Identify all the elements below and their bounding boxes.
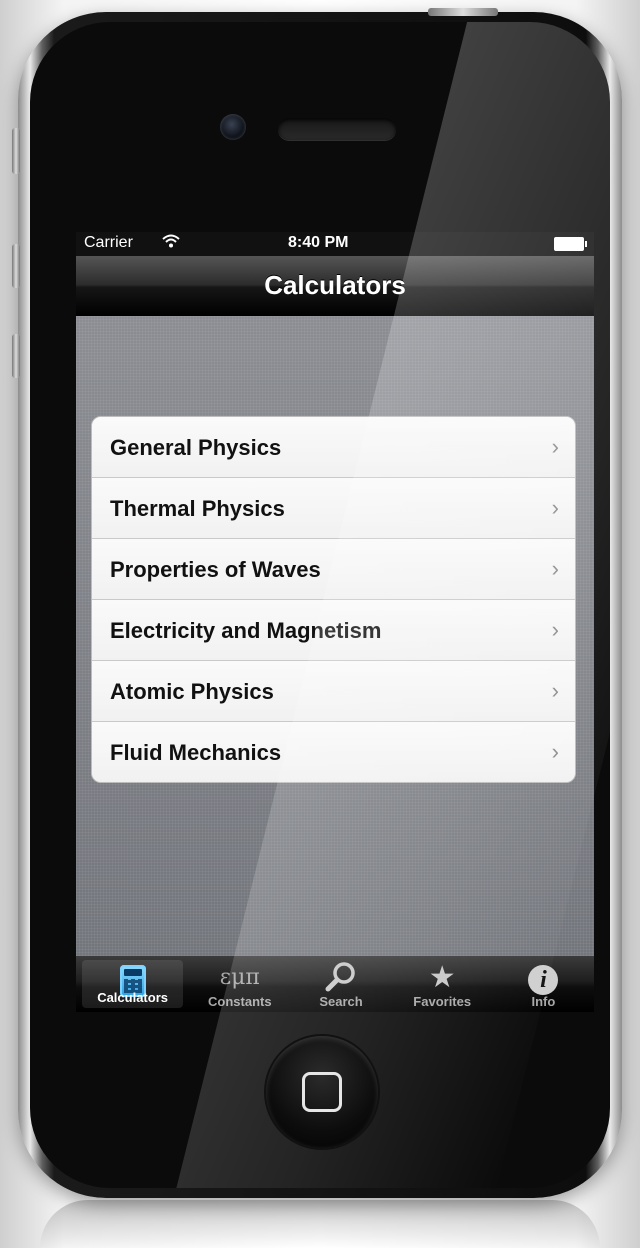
list-item[interactable]: General Physics › [92, 417, 575, 478]
chevron-right-icon: › [551, 678, 559, 703]
list-item-label: General Physics [110, 435, 282, 460]
tab-calculators[interactable]: Calculators [82, 960, 184, 1008]
search-icon-svg [325, 962, 355, 992]
search-icon [290, 961, 391, 995]
list-item[interactable]: Electricity and Magnetism › [92, 600, 575, 661]
status-bar: Carrier 8:40 PM [76, 232, 594, 256]
phone-reflection [40, 1200, 600, 1248]
constants-icon: εμπ [219, 965, 260, 990]
phone-screen: Carrier 8:40 PM Calculators General Phys… [76, 232, 594, 1012]
star-icon: ★ [428, 961, 456, 994]
nav-title: Calculators [264, 270, 406, 300]
info-icon: i [493, 961, 594, 995]
carrier-label: Carrier [84, 234, 133, 251]
tab-info[interactable]: i Info [493, 956, 594, 1012]
volume-up-button [12, 244, 20, 288]
volume-down-button [12, 334, 20, 378]
home-button[interactable] [266, 1036, 378, 1148]
list-item[interactable]: Properties of Waves › [92, 539, 575, 600]
battery-icon [554, 237, 587, 251]
chevron-right-icon: › [551, 556, 559, 581]
tab-label: Constants [208, 994, 272, 1009]
list-item-label: Thermal Physics [110, 496, 285, 521]
content-area: General Physics › Thermal Physics › Prop… [76, 316, 594, 956]
wifi-icon [162, 234, 180, 252]
category-list: General Physics › Thermal Physics › Prop… [91, 416, 576, 783]
tab-constants[interactable]: εμπ Constants [189, 956, 290, 1012]
iphone-device: Carrier 8:40 PM Calculators General Phys… [12, 8, 622, 1198]
wifi-icon-svg [162, 234, 180, 248]
home-button-square-icon [302, 1072, 342, 1112]
power-button [428, 8, 498, 16]
tab-bar: Calculators εμπ Constants Search ★ Favor… [76, 956, 594, 1012]
info-icon-glyph: i [528, 965, 559, 995]
tab-search[interactable]: Search [290, 956, 391, 1012]
navigation-bar: Calculators [76, 256, 594, 317]
chevron-right-icon: › [551, 739, 559, 764]
list-item[interactable]: Atomic Physics › [92, 661, 575, 722]
list-item-label: Fluid Mechanics [110, 740, 282, 765]
earpiece-speaker [278, 118, 396, 140]
list-item-label: Atomic Physics [110, 679, 274, 704]
chevron-right-icon: › [551, 495, 559, 520]
tab-label: Info [531, 994, 556, 1009]
list-item[interactable]: Fluid Mechanics › [92, 722, 575, 782]
tab-favorites[interactable]: ★ Favorites [392, 956, 493, 1012]
front-camera [220, 114, 246, 140]
status-time: 8:40 PM [288, 234, 349, 251]
tab-label: Search [319, 994, 363, 1009]
list-item[interactable]: Thermal Physics › [92, 478, 575, 539]
phone-face: Carrier 8:40 PM Calculators General Phys… [30, 22, 610, 1188]
tab-label: Favorites [413, 994, 472, 1009]
list-item-label: Electricity and Magnetism [110, 618, 382, 643]
chevron-right-icon: › [551, 434, 559, 459]
tab-label: Calculators [97, 990, 168, 1005]
mute-switch [12, 128, 20, 174]
list-item-label: Properties of Waves [110, 557, 321, 582]
chevron-right-icon: › [551, 617, 559, 642]
